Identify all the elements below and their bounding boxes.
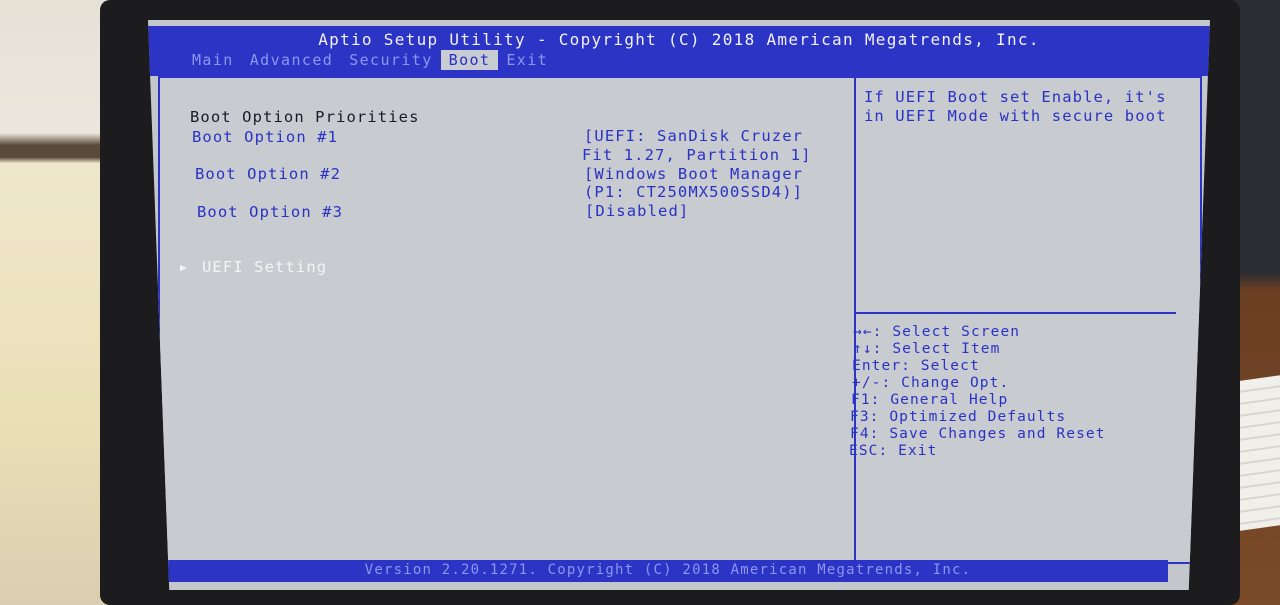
boot-option-1-value[interactable]: [UEFI: SanDisk Cruzer [584,127,803,145]
tab-main[interactable]: Main [184,50,242,70]
key-hint-general-help: F1: General Help [851,392,1009,408]
key-hint-change-opt: +/-: Change Opt. [852,375,1010,391]
boot-option-3-label[interactable]: Boot Option #3 [197,203,343,221]
boot-option-3-value[interactable]: [Disabled] [585,202,689,220]
bios-screen: Aptio Setup Utility - Copyright (C) 2018… [148,20,1210,590]
key-hint-select-screen: →←: Select Screen [853,324,1021,340]
tab-exit[interactable]: Exit [498,50,556,70]
help-description-line-2: in UEFI Mode with secure boot [864,107,1167,125]
tab-security[interactable]: Security [341,50,440,70]
uefi-setting-submenu[interactable]: UEFI Setting [202,258,327,276]
key-hint-esc-exit: ESC: Exit [849,443,938,459]
tab-bar: Main Advanced Security Boot Exit [184,50,556,70]
section-title: Boot Option Priorities [190,108,420,126]
boot-option-1-label[interactable]: Boot Option #1 [192,128,338,146]
bios-footer: Version 2.20.1271. Copyright (C) 2018 Am… [168,560,1168,582]
boot-option-2-label[interactable]: Boot Option #2 [195,165,341,183]
panel-divider [854,78,856,562]
tab-advanced[interactable]: Advanced [242,50,341,70]
submenu-arrow-icon: ▶ [180,261,187,274]
boot-option-2-value-cont: (P1: CT250MX500SSD4)] [584,183,804,201]
boot-option-1-value-cont: Fit 1.27, Partition 1] [582,146,812,164]
help-divider [856,312,1176,314]
footer-version: Version 2.20.1271. Copyright (C) 2018 Am… [364,562,972,578]
help-description-line-1: If UEFI Boot set Enable, it's [864,88,1167,106]
key-hint-enter: Enter: Select [852,358,980,374]
key-hint-select-item: ↑↓: Select Item [853,341,1001,357]
key-hint-optimized-defaults: F3: Optimized Defaults [850,409,1067,425]
bios-header: Aptio Setup Utility - Copyright (C) 2018… [148,26,1210,76]
main-panel: Boot Option Priorities Boot Option #1 [U… [158,76,1202,564]
key-hint-save-reset: F4: Save Changes and Reset [850,426,1106,442]
boot-option-2-value[interactable]: [Windows Boot Manager [584,165,803,183]
tab-boot[interactable]: Boot [440,50,499,70]
window-title: Aptio Setup Utility - Copyright (C) 2018… [318,30,1040,49]
